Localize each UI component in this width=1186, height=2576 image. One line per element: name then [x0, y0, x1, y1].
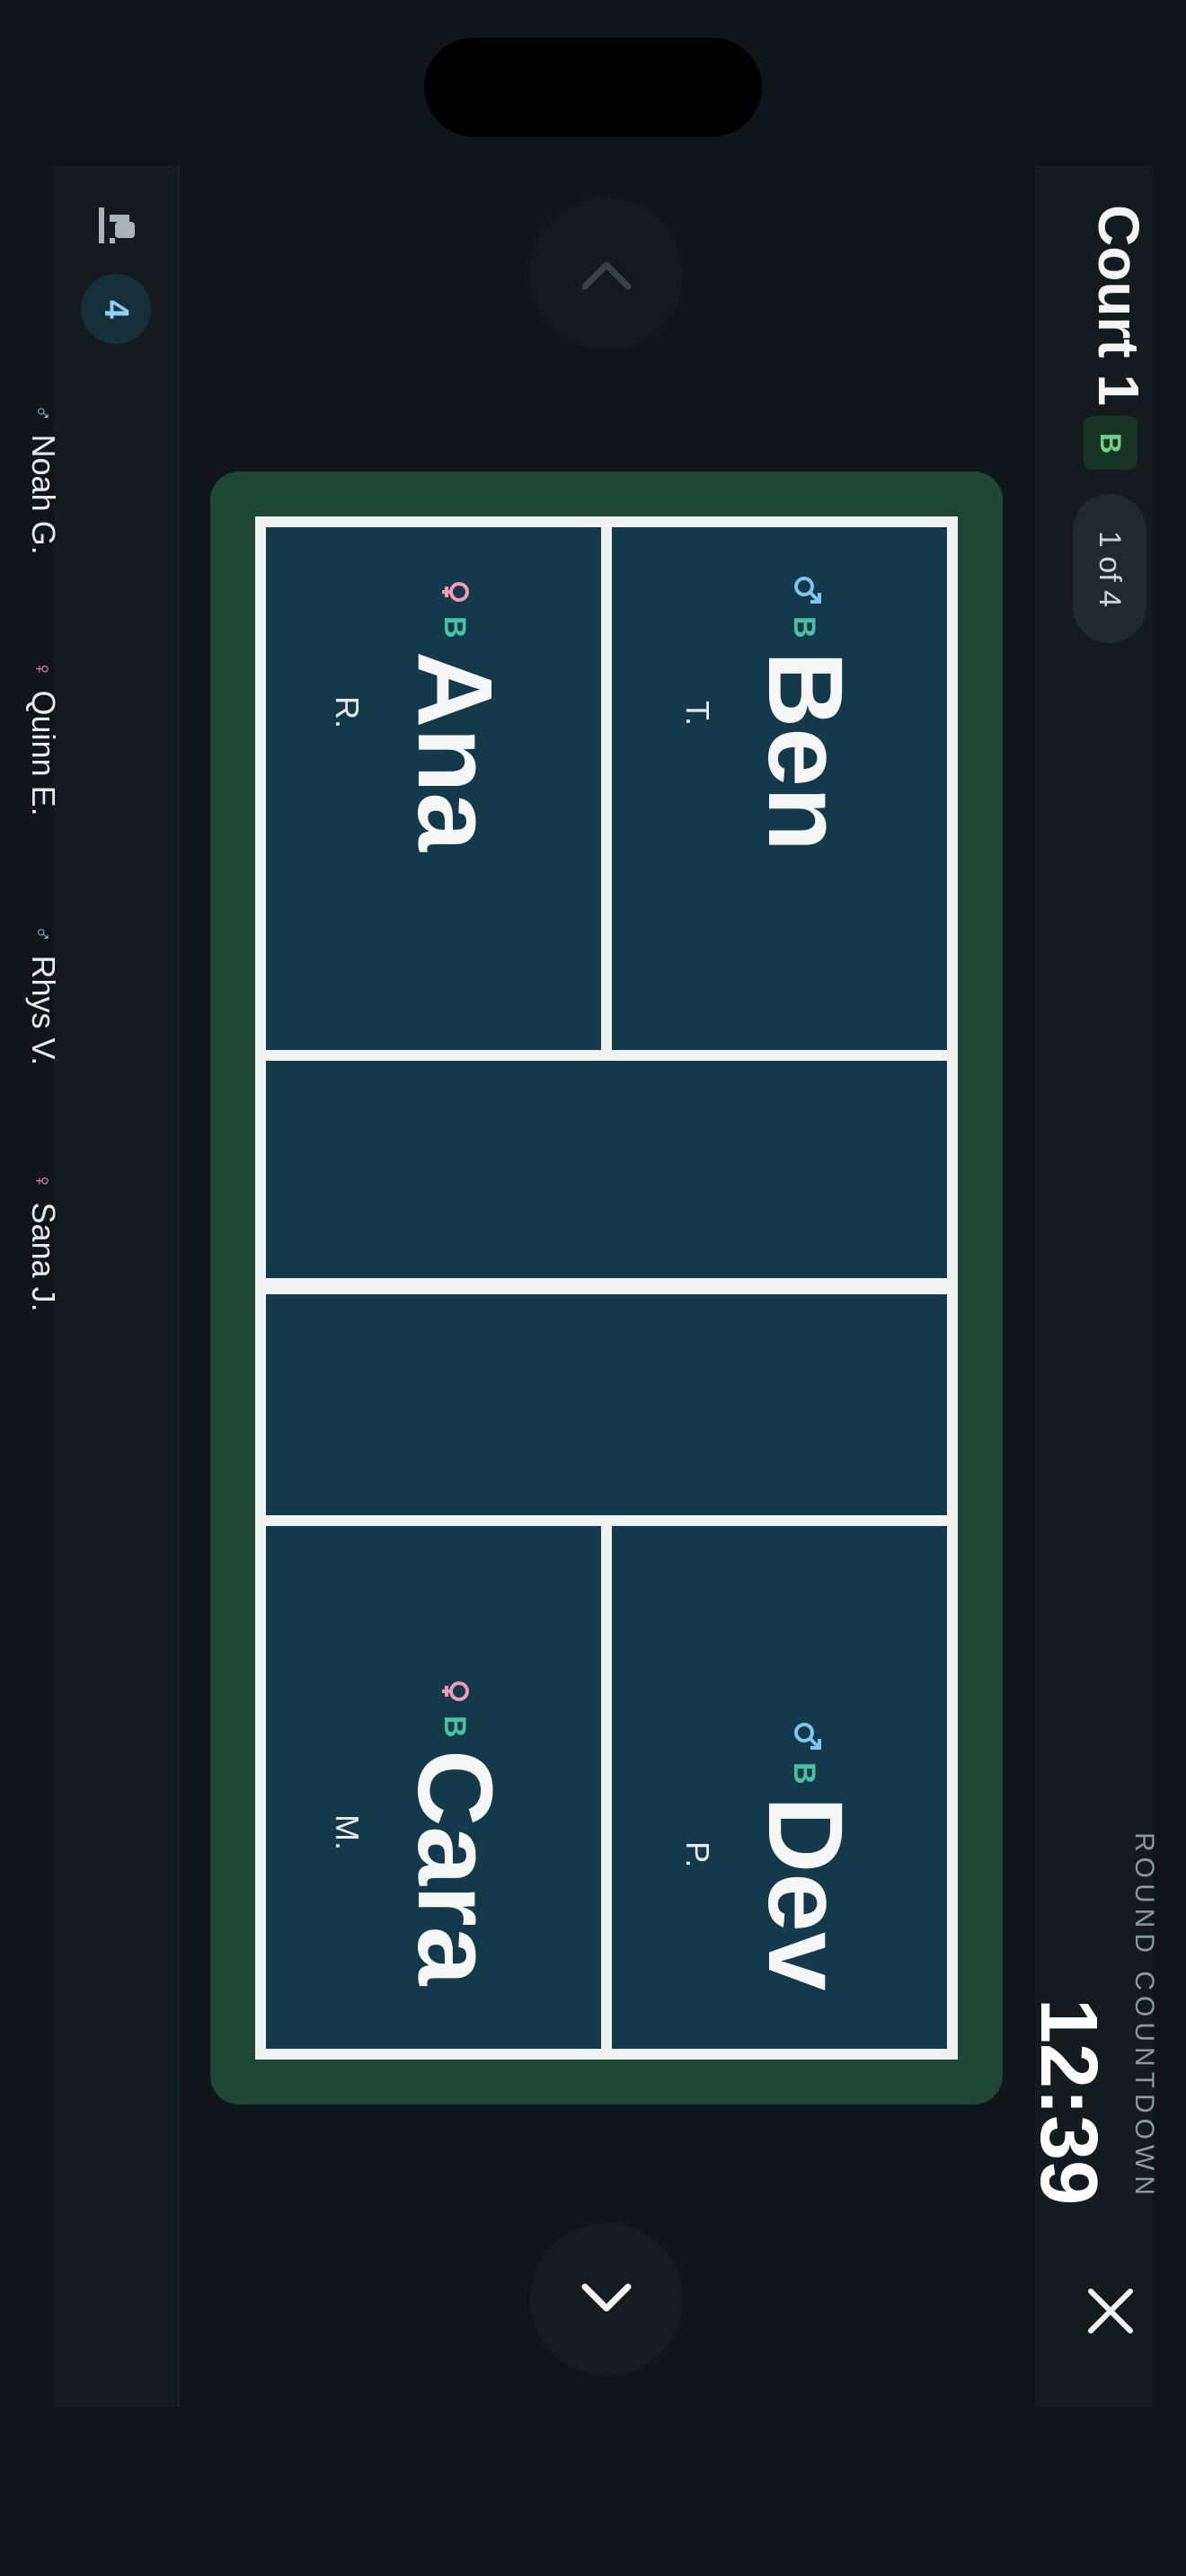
page-indicator: 1 of 4 — [1073, 494, 1146, 643]
court-title: Court 1 — [1086, 205, 1151, 406]
bench-count: 4 — [97, 299, 136, 319]
bench-player-name: Sana J. — [25, 1202, 62, 1312]
previous-court-button[interactable] — [530, 198, 683, 350]
player-last-initial: R. — [329, 696, 366, 728]
player-tier-badge: B — [438, 616, 472, 639]
next-court-button[interactable] — [530, 2223, 683, 2376]
female-icon — [442, 1681, 469, 1701]
bench-player-sana[interactable]: ♀ Sana J. — [24, 1172, 62, 1312]
bench-player-name: Noah G. — [25, 434, 62, 555]
male-icon: ♂ — [30, 925, 58, 943]
court-net — [255, 1278, 958, 1294]
male-icon — [794, 1723, 821, 1750]
close-button[interactable] — [1076, 2277, 1145, 2345]
player-first-name[interactable]: Dev — [746, 1796, 864, 1990]
chevron-down-icon — [581, 2283, 632, 2312]
bench-player-name: Quinn E. — [25, 690, 62, 816]
player-tier-badge: B — [787, 616, 821, 639]
female-icon — [442, 582, 469, 602]
player-last-initial: P. — [679, 1841, 716, 1868]
bench-count-badge: 4 — [81, 274, 151, 344]
player-tier-badge: B — [787, 1762, 821, 1785]
female-icon: ♀ — [30, 1172, 58, 1190]
close-icon — [1088, 2289, 1133, 2333]
male-icon — [794, 577, 821, 604]
countdown-label: ROUND COUNTDOWN — [1129, 1832, 1159, 2201]
bench-seat-icon — [99, 207, 135, 243]
court-tier-badge: B — [1084, 416, 1137, 470]
player-first-name[interactable]: Ben — [746, 651, 864, 851]
bench-player-noah[interactable]: ♂ Noah G. — [24, 404, 62, 555]
center-line — [601, 1521, 612, 2060]
player-first-name[interactable]: Ana — [395, 651, 514, 851]
player-last-initial: M. — [329, 1814, 366, 1850]
bench-panel: 4 — [54, 166, 180, 2407]
bench-player-quinn[interactable]: ♀ Quinn E. — [24, 660, 62, 816]
bench-player-name: Rhys V. — [25, 955, 62, 1066]
player-tier-badge: B — [438, 1716, 472, 1738]
player-first-name[interactable]: Cara — [395, 1750, 514, 1985]
chevron-up-icon — [581, 261, 632, 290]
countdown-timer: 12:39 — [1023, 1998, 1113, 2206]
camera-notch — [424, 38, 762, 137]
female-icon: ♀ — [30, 660, 58, 678]
center-line — [601, 516, 612, 1055]
bench-player-rhys[interactable]: ♂ Rhys V. — [24, 925, 62, 1065]
male-icon: ♂ — [30, 404, 58, 422]
player-last-initial: T. — [679, 701, 716, 727]
